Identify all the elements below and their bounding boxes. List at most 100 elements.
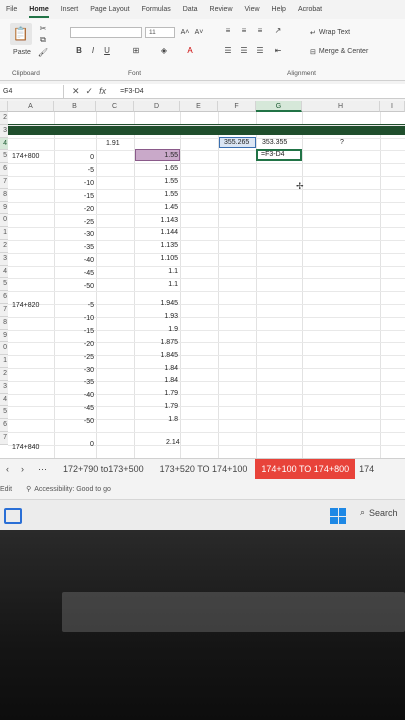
col-header-d[interactable]: D (134, 101, 180, 112)
formula-input[interactable]: =F3-D4 (114, 88, 144, 95)
more-sheets-icon[interactable]: ⋯ (30, 459, 55, 479)
g1-offset-cell[interactable]: -35 (80, 244, 94, 251)
g2-level-cell[interactable]: 1.79 (150, 403, 178, 410)
row-header[interactable]: 2 (0, 240, 8, 253)
row-header[interactable]: 4 (0, 393, 8, 407)
orientation-icon[interactable]: ↗ (272, 25, 284, 36)
col-header-e[interactable]: E (180, 101, 218, 112)
row-header[interactable]: 9 (0, 329, 8, 343)
sheet-tab-1[interactable]: 172+790 to173+500 (55, 459, 152, 479)
tab-file[interactable]: File (6, 6, 17, 18)
insert-function-icon[interactable]: fx (99, 86, 106, 97)
tab-help[interactable]: Help (272, 6, 286, 18)
row-header[interactable]: 6 (0, 291, 8, 304)
cell-a27[interactable]: 174+840 (12, 444, 39, 451)
g1-level-cell[interactable]: 1.65 (150, 165, 178, 172)
g2-level-cell[interactable]: 1.84 (150, 365, 178, 372)
paste-button[interactable]: Paste (8, 47, 36, 57)
row-header[interactable]: 4 (0, 137, 8, 151)
g2-level-cell[interactable]: 1.875 (150, 339, 178, 346)
font-color-icon[interactable]: A (184, 45, 196, 56)
prev-sheet-icon[interactable]: ‹ (0, 459, 15, 479)
row-header[interactable]: 9 (0, 201, 8, 215)
copy-icon[interactable]: ⧉ (38, 35, 48, 45)
align-left-icon[interactable]: ☰ (222, 45, 234, 56)
wrap-text-button[interactable]: ↵ Wrap Text (310, 27, 350, 38)
sheet-tab-2[interactable]: 173+520 TO 174+100 (152, 459, 256, 479)
row-header[interactable]: 3 (0, 252, 8, 266)
row-header[interactable]: 3 (0, 124, 8, 138)
row-header[interactable]: 6 (0, 419, 8, 432)
g1-level-cell[interactable]: 1.135 (150, 242, 178, 249)
g1-level-cell[interactable]: 1.1 (150, 268, 178, 275)
g2-level-cell[interactable]: 1.8 (150, 416, 178, 423)
g1-offset-cell[interactable]: -40 (80, 257, 94, 264)
g2-level-cell[interactable]: 1.945 (150, 300, 178, 307)
indent-icon[interactable]: ⇤ (272, 45, 284, 56)
g1-offset-cell[interactable]: -15 (80, 193, 94, 200)
g2-offset-cell[interactable]: -10 (80, 315, 94, 322)
accessibility-status[interactable]: ⚲ Accessibility: Good to go (26, 485, 111, 494)
g2-offset-cell[interactable]: -45 (80, 405, 94, 412)
g1-offset-cell[interactable]: -25 (80, 219, 94, 226)
cell-g4-active[interactable]: =F3-D4 (256, 149, 302, 161)
windows-start-icon[interactable] (330, 508, 346, 524)
g2-level-cell[interactable]: 1.79 (150, 390, 178, 397)
paste-icon[interactable]: 📋 (10, 23, 32, 45)
g2-level-cell[interactable]: 1.93 (150, 313, 178, 320)
col-header-h[interactable]: H (302, 101, 380, 112)
cell-b27[interactable]: 0 (90, 441, 94, 448)
format-painter-icon[interactable]: 🖌 (38, 47, 48, 57)
g2-level-cell[interactable]: 1.845 (150, 352, 178, 359)
row-header[interactable]: 7 (0, 304, 8, 317)
row-header[interactable]: 7 (0, 432, 8, 445)
borders-icon[interactable]: ⊞ (130, 45, 142, 56)
decrease-font-icon[interactable]: A˅ (194, 27, 204, 38)
row-header[interactable]: 5 (0, 406, 8, 420)
g1-offset-cell[interactable]: -30 (80, 231, 94, 238)
bold-button[interactable]: B (74, 45, 84, 56)
g1-offset-cell[interactable]: -5 (80, 167, 94, 174)
g1-offset-cell[interactable]: -50 (80, 283, 94, 290)
g1-level-cell[interactable]: 1.55 (150, 178, 178, 185)
col-header-a[interactable]: A (8, 101, 54, 112)
g1-offset-cell[interactable]: 0 (80, 154, 94, 161)
cell-a16[interactable]: 174+820 (12, 302, 39, 309)
g2-level-cell[interactable]: 1.84 (150, 377, 178, 384)
g1-level-cell[interactable]: 1.105 (150, 255, 178, 262)
name-box[interactable]: G4 (0, 84, 64, 98)
g1-level-cell[interactable]: 1.1 (150, 281, 178, 288)
tab-view[interactable]: View (245, 6, 260, 18)
sheet-tab-4[interactable]: 174 (355, 459, 378, 479)
underline-button[interactable]: U (102, 45, 112, 56)
worksheet-grid[interactable]: A B C D E F G H I 2345678901234567890123… (0, 101, 405, 458)
g2-offset-cell[interactable]: -30 (80, 367, 94, 374)
g2-offset-cell[interactable]: -25 (80, 354, 94, 361)
row-header[interactable]: 5 (0, 278, 8, 292)
increase-font-icon[interactable]: A˄ (180, 27, 190, 38)
col-header-c[interactable]: C (96, 101, 134, 112)
row-header[interactable]: 7 (0, 176, 8, 189)
g1-level-cell[interactable]: 1.45 (150, 204, 178, 211)
col-header-f[interactable]: F (218, 101, 256, 112)
align-bottom-icon[interactable]: ≡ (254, 25, 266, 36)
sheet-tab-3-active[interactable]: 174+100 TO 174+800 (255, 458, 356, 479)
cell-g3[interactable]: 353.355 (262, 139, 287, 146)
select-all-corner[interactable] (0, 101, 8, 112)
col-header-g[interactable]: G (256, 101, 302, 112)
cancel-icon[interactable]: ✕ (72, 86, 80, 97)
g2-offset-cell[interactable]: -5 (80, 302, 94, 309)
widgets-icon[interactable] (4, 508, 22, 524)
g1-offset-cell[interactable]: -45 (80, 270, 94, 277)
g1-level-cell[interactable]: 1.143 (150, 217, 178, 224)
g2-level-cell[interactable]: 1.9 (150, 326, 178, 333)
tab-data[interactable]: Data (183, 6, 198, 18)
row-header[interactable]: 0 (0, 214, 8, 228)
cell-h3[interactable]: ? (340, 139, 344, 146)
row-header[interactable]: 1 (0, 227, 8, 240)
font-name-combo[interactable] (70, 27, 142, 38)
col-header-i[interactable]: I (380, 101, 405, 112)
col-header-b[interactable]: B (54, 101, 96, 112)
row-header[interactable]: 8 (0, 188, 8, 202)
row-header[interactable]: 3 (0, 380, 8, 394)
